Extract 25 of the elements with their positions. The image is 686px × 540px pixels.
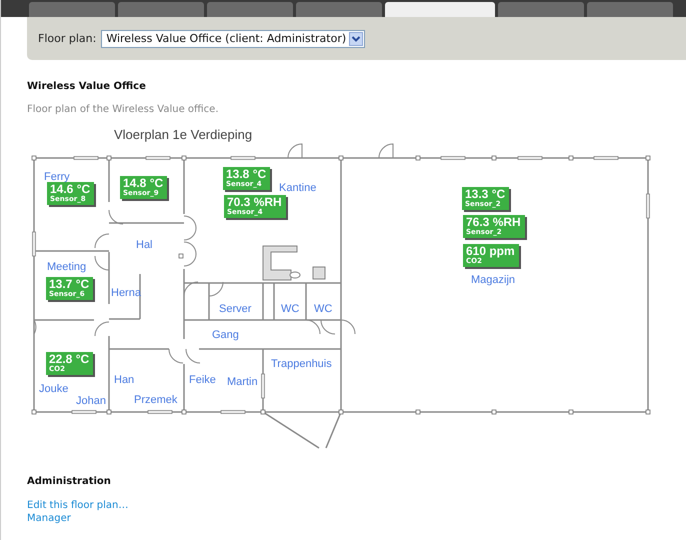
room-label: Gang <box>212 329 239 341</box>
admin-link[interactable]: Manager <box>27 512 686 525</box>
room-label: Feike <box>189 374 216 386</box>
administration-heading: Administration <box>27 476 112 487</box>
floor-plan-title: Vloerplan 1e Verdieping <box>114 127 252 142</box>
description-text: Floor plan of the Wireless Value office. <box>27 104 220 115</box>
room-label: Magazijn <box>471 274 516 286</box>
floor-plan-select[interactable]: Wireless Value Office (client: Administrator) <box>101 30 366 48</box>
room-label: Martin <box>227 376 258 388</box>
room-label: WC <box>281 303 300 315</box>
section-heading: Wireless Value Office <box>27 81 147 92</box>
room-label: Johan <box>76 395 106 407</box>
room-label: Meeting <box>47 261 86 273</box>
room-label: Przemek <box>134 394 178 406</box>
room-label: WC <box>314 303 332 315</box>
room-label: Han <box>114 374 134 386</box>
room-label: Ferry <box>44 171 70 183</box>
room-label: Server <box>219 303 252 315</box>
room-label: Jouke <box>39 383 68 395</box>
dropdown-caret-icon <box>349 32 364 46</box>
room-label: Kantine <box>279 182 316 194</box>
floor-plan-label: Floor plan: <box>38 32 96 45</box>
admin-link[interactable]: Edit this floor plan… <box>27 499 686 512</box>
room-label: Trappenhuis <box>271 358 332 370</box>
room-label: Hal <box>136 239 153 251</box>
